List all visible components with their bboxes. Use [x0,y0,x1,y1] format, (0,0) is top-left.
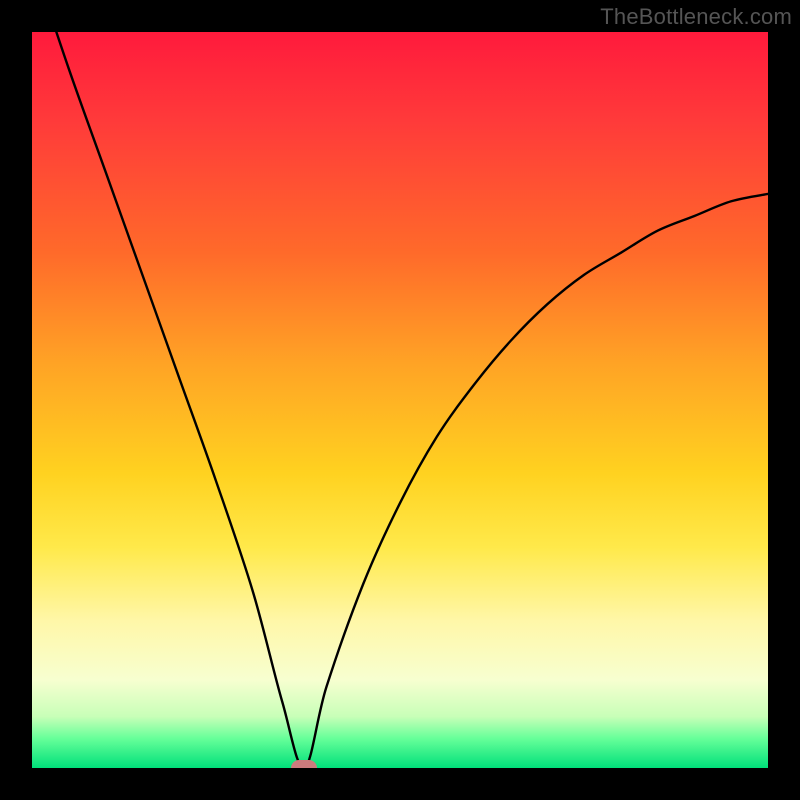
chart-frame: TheBottleneck.com [0,0,800,800]
curve-path [32,32,768,768]
attribution-label: TheBottleneck.com [600,4,792,30]
minimum-marker [291,760,317,768]
bottleneck-curve [32,32,768,768]
plot-area [32,32,768,768]
